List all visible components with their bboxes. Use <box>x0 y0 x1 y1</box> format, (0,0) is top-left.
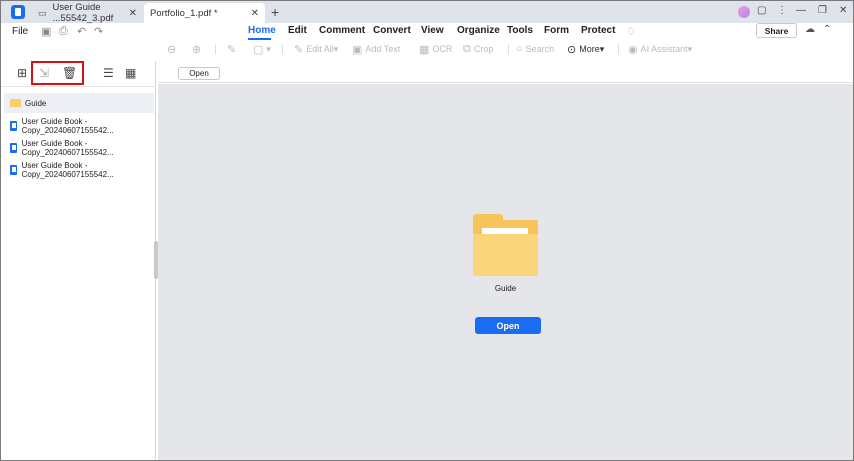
highlight-box <box>31 61 84 85</box>
open-button-small[interactable]: Open <box>178 67 220 80</box>
lightbulb-icon[interactable]: ♢ <box>626 25 636 38</box>
text-box-icon: ▣ <box>352 43 363 56</box>
close-icon[interactable]: ✕ <box>251 8 259 19</box>
tab-protect[interactable]: Protect <box>581 25 615 36</box>
chevron-down-icon: ▾ <box>687 43 693 54</box>
tab-tools[interactable]: Tools <box>507 25 533 36</box>
search-button[interactable]: ○ Search <box>516 41 554 57</box>
add-tab-icon[interactable]: + <box>271 4 279 20</box>
pdf-file-icon <box>10 165 17 175</box>
chevron-down-icon: ▾ <box>333 43 339 54</box>
ocr-label: OCR <box>432 44 453 54</box>
close-icon[interactable]: ✕ <box>129 8 137 19</box>
active-tab-indicator <box>248 38 271 40</box>
restore-icon[interactable]: ❐ <box>818 5 827 16</box>
tab-label: Portfolio_1.pdf * <box>150 7 218 19</box>
zoom-in-button[interactable]: ⊕ <box>192 41 204 57</box>
redo-icon[interactable]: ↷ <box>94 25 103 38</box>
app-logo-icon[interactable] <box>11 5 25 19</box>
more-label: More <box>579 44 600 54</box>
share-button[interactable]: Share <box>756 23 797 38</box>
list-item[interactable]: User Guide Book - Copy_20240607155542... <box>4 138 154 158</box>
tab-convert[interactable]: Convert <box>373 25 411 36</box>
portfolio-sidebar: ⊞ ⇲ 🗑 ☰ ▦ Guide User Guide Book - Copy_2… <box>1 61 156 460</box>
toolbar-divider <box>508 44 509 54</box>
ocr-button[interactable]: ▦ OCR <box>419 41 452 57</box>
edit-all-button[interactable]: ✎ Edit All ▾ <box>294 41 338 57</box>
folder-name: Guide <box>494 284 517 293</box>
pdf-file-icon <box>10 143 17 153</box>
grid-view-icon[interactable]: ▦ <box>125 66 136 80</box>
cloud-upload-icon[interactable]: ☁ <box>805 24 815 35</box>
list-item[interactable]: User Guide Book - Copy_20240607155542... <box>4 116 154 136</box>
tab-edit[interactable]: Edit <box>288 25 307 36</box>
print-icon[interactable]: ⎙ <box>59 25 68 38</box>
tab-organize[interactable]: Organize <box>457 25 500 36</box>
zoom-in-icon: ⊕ <box>192 43 202 56</box>
ai-icon: ◉ <box>628 43 638 56</box>
tab-bar: ▭ User Guide ...55542_3.pdf ✕ Portfolio_… <box>1 1 853 24</box>
tab-view[interactable]: View <box>421 25 444 36</box>
shape-button[interactable]: ▢ ▾ <box>253 41 271 57</box>
menu-bar: File ▣ ⎙ ↶ ↷ Home Edit Comment Convert V… <box>1 23 853 41</box>
open-button[interactable]: Open <box>475 317 541 334</box>
list-item[interactable]: Guide <box>4 93 154 113</box>
edit-icon: ✎ <box>294 43 304 56</box>
content-toolbar: Open <box>158 61 853 83</box>
highlight-button[interactable]: ✎ <box>227 41 239 57</box>
close-window-icon[interactable]: ✕ <box>839 5 847 16</box>
search-icon: ○ <box>516 43 523 55</box>
folder-icon[interactable] <box>473 214 538 276</box>
tab-label: User Guide ...55542_3.pdf <box>52 2 114 24</box>
pdf-file-icon <box>10 121 17 131</box>
highlighter-icon: ✎ <box>227 43 237 56</box>
more-horiz-icon: ⊙ <box>567 43 577 56</box>
sidebar-toolbar: ⊞ ⇲ 🗑 ☰ ▦ <box>1 61 156 87</box>
app-window: ▭ User Guide ...55542_3.pdf ✕ Portfolio_… <box>1 1 853 460</box>
ai-assistant-label: AI Assistant <box>640 44 688 54</box>
tab-user-guide[interactable]: ▭ User Guide ...55542_3.pdf ✕ <box>32 2 143 24</box>
list-view-icon[interactable]: ☰ <box>103 66 114 80</box>
list-item-label: Guide <box>25 98 47 108</box>
minimize-icon[interactable]: — <box>796 5 806 16</box>
add-text-button[interactable]: ▣ Add Text <box>352 41 400 57</box>
crop-button[interactable]: ⧉ Crop <box>463 41 493 57</box>
chevron-down-icon: ▾ <box>266 43 271 54</box>
crop-label: Crop <box>473 44 494 54</box>
collapse-up-icon[interactable]: ⌃ <box>823 24 831 35</box>
list-item-label: User Guide Book - Copy_20240607155542... <box>21 117 114 135</box>
tab-form[interactable]: Form <box>544 25 569 36</box>
list-item[interactable]: User Guide Book - Copy_20240607155542... <box>4 160 154 180</box>
save-icon[interactable]: ▣ <box>41 25 51 38</box>
tab-comment[interactable]: Comment <box>319 25 365 36</box>
search-label: Search <box>525 44 555 54</box>
add-file-icon[interactable]: ⊞ <box>17 66 27 80</box>
tab-portfolio[interactable]: Portfolio_1.pdf * ✕ <box>144 3 265 23</box>
edit-all-label: Edit All <box>306 44 334 54</box>
toolbar-divider <box>282 44 283 54</box>
file-menu[interactable]: File <box>12 26 28 37</box>
toolbar-divider <box>215 44 216 54</box>
document-icon: ▭ <box>38 7 47 18</box>
zoom-out-button[interactable]: ⊖ <box>167 41 179 57</box>
zoom-out-icon: ⊖ <box>167 43 177 56</box>
ocr-icon: ▦ <box>419 43 430 56</box>
chevron-down-icon: ▾ <box>599 43 605 54</box>
undo-icon[interactable]: ↶ <box>77 25 86 38</box>
add-text-label: Add Text <box>365 44 401 54</box>
toolbar: ⊖ ⊕ ✎ ▢ ▾ ✎ Edit All ▾ ▣ Add Text ▦ OCR ⧉ Crop… <box>1 41 853 59</box>
list-item-label: User Guide Book - Copy_20240607155542... <box>21 161 114 179</box>
crop-icon: ⧉ <box>463 42 471 55</box>
portfolio-preview: Guide Open <box>158 84 853 460</box>
list-item-label: User Guide Book - Copy_20240607155542... <box>21 139 114 157</box>
ai-assistant-button[interactable]: ◉ AI Assistant ▾ <box>628 41 692 57</box>
more-vert-icon[interactable]: ⋮ <box>777 5 787 16</box>
tab-home[interactable]: Home <box>248 25 276 36</box>
folder-icon <box>10 99 21 107</box>
toolbar-divider <box>618 44 619 54</box>
message-icon[interactable]: ▢ <box>757 5 766 16</box>
rectangle-icon: ▢ <box>253 43 264 56</box>
avatar[interactable] <box>738 6 750 18</box>
more-button[interactable]: ⊙ More ▾ <box>567 41 604 57</box>
